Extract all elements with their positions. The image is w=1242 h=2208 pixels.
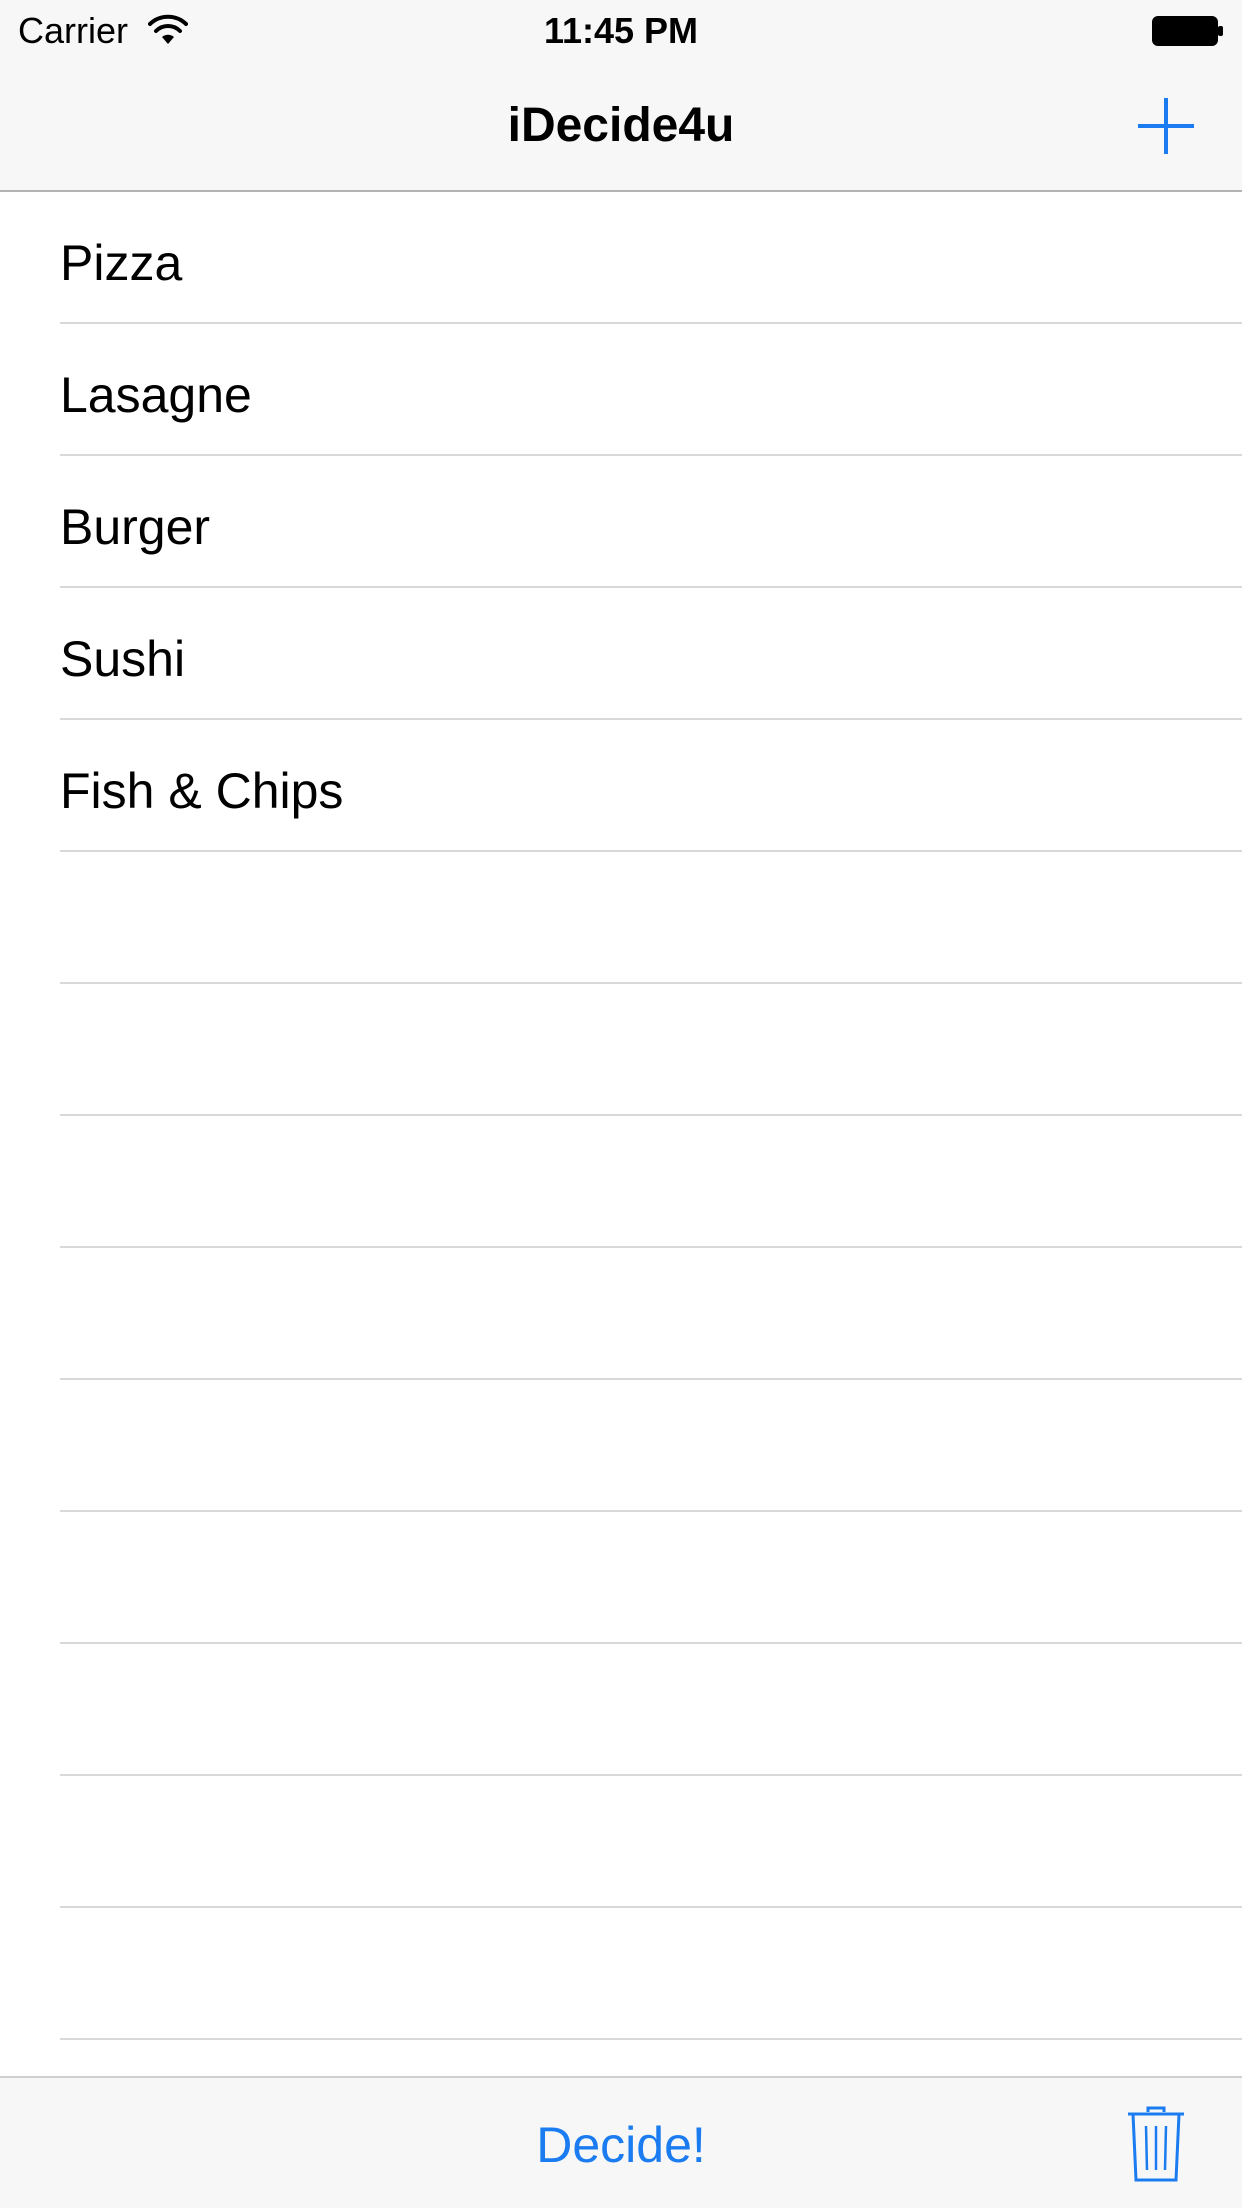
empty-row	[60, 984, 1242, 1116]
food-list: Pizza Lasagne Burger Sushi Fish & Chips	[0, 192, 1242, 2076]
navigation-bar: iDecide4u	[0, 64, 1242, 192]
app-screen: Carrier 11:45 PM iDecide4u Pizza Lasagne…	[0, 0, 1242, 2208]
plus-icon	[1138, 98, 1194, 154]
status-time: 11:45 PM	[543, 10, 699, 51]
list-item[interactable]: Burger	[60, 456, 1242, 588]
delete-button[interactable]	[1126, 2104, 1186, 2184]
trash-icon	[1128, 2106, 1184, 2182]
empty-row	[60, 852, 1242, 984]
list-item-label: Burger	[60, 499, 211, 555]
empty-row	[60, 1380, 1242, 1512]
empty-row	[60, 1116, 1242, 1248]
empty-row	[60, 1908, 1242, 2040]
list-item-label: Fish & Chips	[60, 763, 344, 819]
list-item[interactable]: Pizza	[60, 192, 1242, 324]
add-item-button[interactable]	[1130, 90, 1202, 162]
status-bar: Carrier 11:45 PM	[0, 0, 1242, 64]
decide-button[interactable]: Decide!	[0, 2116, 1242, 2174]
list-item[interactable]: Fish & Chips	[60, 720, 1242, 852]
list-item-label: Lasagne	[60, 367, 252, 423]
list-item-label: Sushi	[60, 631, 186, 687]
list-item[interactable]: Lasagne	[60, 324, 1242, 456]
empty-row	[60, 1512, 1242, 1644]
list-item-label: Pizza	[60, 235, 183, 291]
empty-row	[60, 1248, 1242, 1380]
empty-row	[60, 1644, 1242, 1776]
bottom-toolbar: Decide!	[0, 2076, 1242, 2208]
page-title: iDecide4u	[507, 99, 735, 152]
battery-icon	[1152, 16, 1224, 46]
empty-row	[60, 1776, 1242, 1908]
list-item[interactable]: Sushi	[60, 588, 1242, 720]
